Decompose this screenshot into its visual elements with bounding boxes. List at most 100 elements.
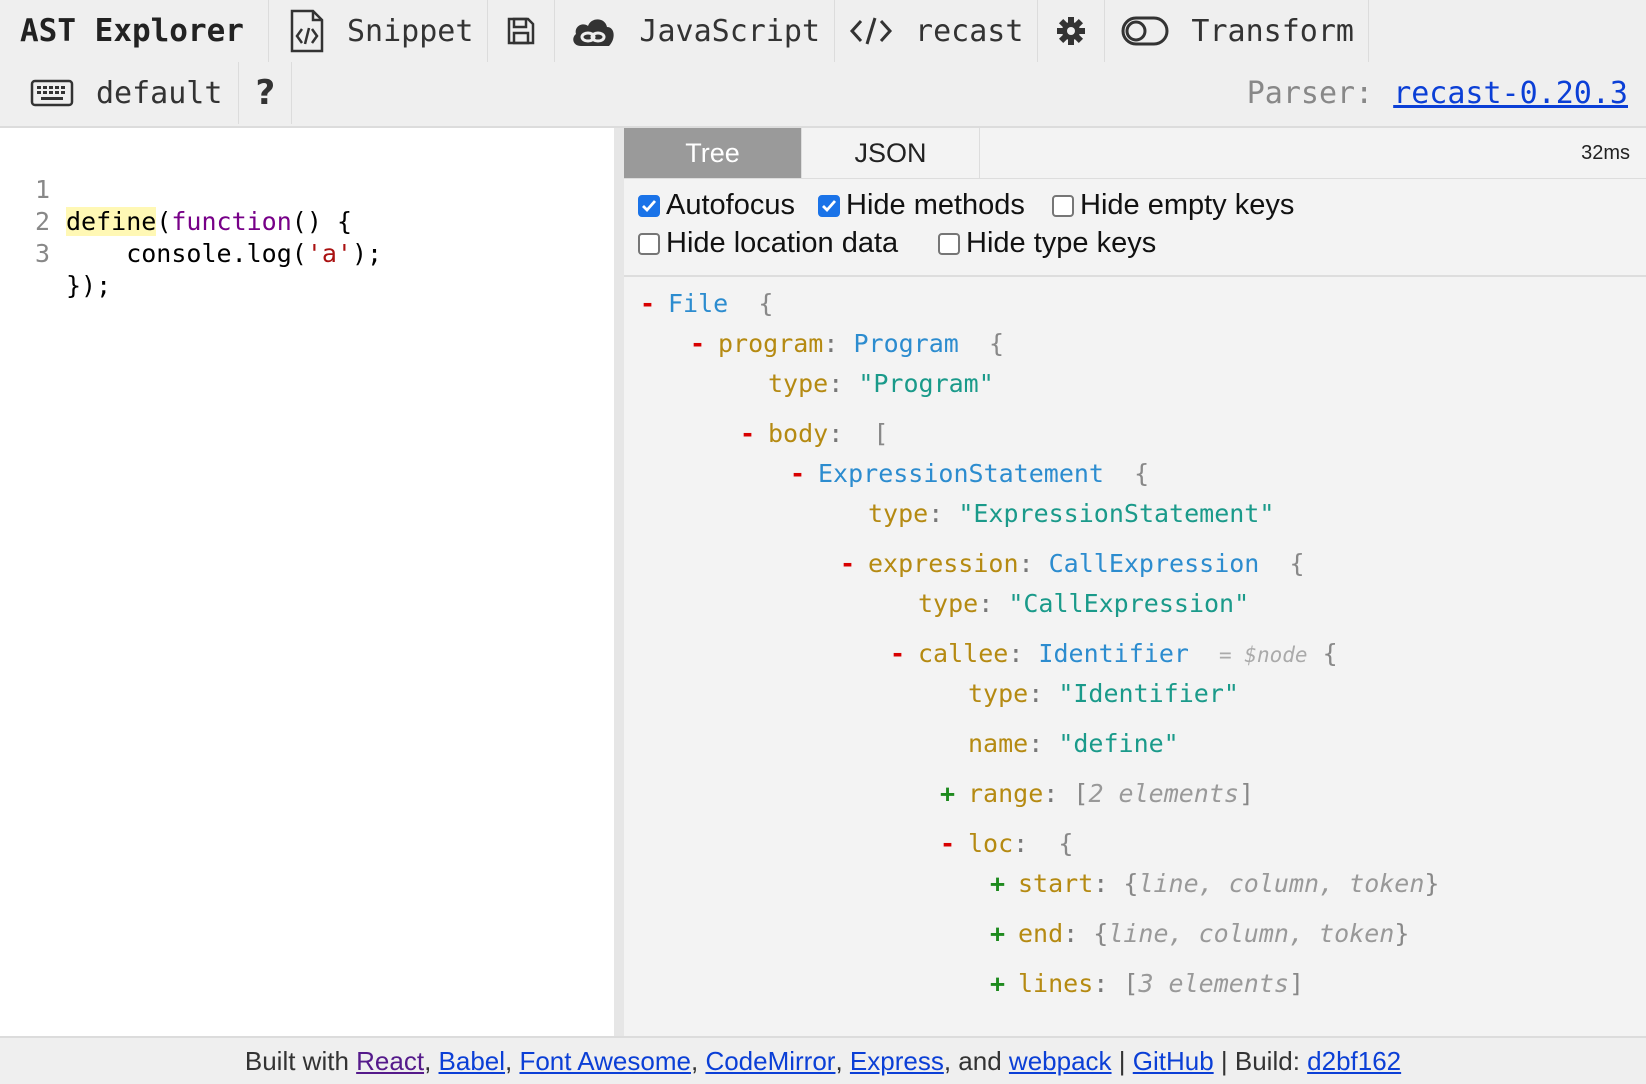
node-key: lines bbox=[1018, 969, 1094, 998]
code-token: () { bbox=[291, 207, 353, 236]
footer-link-express[interactable]: Express bbox=[850, 1046, 944, 1077]
node-type: Program bbox=[853, 329, 959, 358]
gear-icon bbox=[1056, 16, 1086, 46]
output-tabs: Tree JSON 32ms bbox=[624, 128, 1646, 179]
checkbox-unchecked[interactable] bbox=[1052, 194, 1074, 217]
tree-prop-type: type: "ExpressionStatement" bbox=[868, 499, 1275, 528]
snippet-menu[interactable]: Snippet bbox=[269, 0, 489, 62]
parser-menu[interactable]: recast bbox=[835, 0, 1039, 62]
expand-toggle[interactable]: + bbox=[990, 966, 1018, 1002]
node-summary: line, column, token bbox=[1138, 869, 1425, 898]
expand-toggle[interactable]: + bbox=[990, 916, 1018, 952]
node-type: File bbox=[668, 289, 729, 318]
transform-toggle[interactable]: Transform bbox=[1105, 0, 1369, 62]
code-line[interactable]: 3 }); bbox=[0, 206, 111, 300]
toolbar-row-secondary: default ? Parser: recast-0.20.3 bbox=[0, 62, 1646, 124]
tab-json[interactable]: JSON bbox=[802, 128, 980, 178]
expand-toggle[interactable]: + bbox=[940, 776, 968, 812]
node-key: start bbox=[1018, 869, 1094, 898]
code-text: }); bbox=[66, 271, 112, 300]
option-label: Hide methods bbox=[846, 189, 1025, 221]
tree-node-callee[interactable]: - callee: Identifier = $node { bbox=[890, 636, 1338, 672]
tree-node-program[interactable]: - program: Program { bbox=[690, 326, 1004, 362]
node-key: expression bbox=[868, 549, 1019, 578]
footer-link-webpack[interactable]: webpack bbox=[1009, 1046, 1112, 1077]
node-summary: 2 elements bbox=[1088, 779, 1239, 808]
checkbox-checked[interactable] bbox=[818, 194, 840, 217]
tree-node-end[interactable]: + end: {line, column, token} bbox=[990, 916, 1409, 952]
code-file-icon bbox=[289, 9, 325, 53]
node-key: type bbox=[868, 499, 929, 528]
tree-prop-type: type: "Identifier" bbox=[968, 679, 1239, 708]
tree-node-expression-statement[interactable]: - ExpressionStatement { bbox=[790, 456, 1149, 492]
code-token-keyword: function bbox=[171, 207, 292, 236]
collapse-toggle[interactable]: - bbox=[940, 826, 968, 862]
code-token-string: 'a' bbox=[306, 239, 352, 268]
collapse-toggle[interactable]: - bbox=[790, 456, 818, 492]
footer-and: and bbox=[958, 1045, 1002, 1076]
keymap-menu[interactable]: default bbox=[0, 62, 240, 124]
code-icon bbox=[849, 15, 893, 47]
tab-tree[interactable]: Tree bbox=[624, 128, 802, 178]
collapse-toggle[interactable]: - bbox=[690, 326, 718, 362]
node-key: type bbox=[768, 369, 829, 398]
tree-node-file[interactable]: - File { bbox=[640, 286, 773, 322]
tree-node-body[interactable]: - body: [ bbox=[740, 416, 888, 452]
checkbox-unchecked[interactable] bbox=[938, 232, 960, 255]
tree-node-lines[interactable]: + lines: [3 elements] bbox=[990, 966, 1304, 1002]
code-text: console.log('a'); bbox=[66, 238, 382, 270]
save-button[interactable] bbox=[488, 0, 556, 62]
expand-toggle[interactable]: + bbox=[990, 866, 1018, 902]
collapse-toggle[interactable]: - bbox=[640, 286, 668, 322]
transform-label: Transform bbox=[1191, 13, 1354, 49]
option-hide-empty-keys[interactable]: Hide empty keys bbox=[1052, 189, 1294, 222]
help-button[interactable]: ? bbox=[239, 62, 293, 124]
tree-node-start[interactable]: + start: {line, column, token} bbox=[990, 866, 1439, 902]
tree-node-expression[interactable]: - expression: CallExpression { bbox=[840, 546, 1305, 582]
node-key: type bbox=[968, 679, 1029, 708]
tree-prop-name: name: "define" bbox=[968, 729, 1179, 758]
language-menu[interactable]: JavaScript bbox=[555, 0, 836, 62]
footer-build-hash-link[interactable]: d2bf162 bbox=[1307, 1046, 1401, 1077]
checkbox-checked[interactable] bbox=[638, 194, 660, 217]
footer-link-font-awesome[interactable]: Font Awesome bbox=[519, 1046, 691, 1077]
code-line[interactable]: 2 console.log('a'); bbox=[0, 174, 382, 268]
app-title: AST Explorer bbox=[0, 0, 269, 62]
tree-node-loc[interactable]: - loc: { bbox=[940, 826, 1073, 862]
node-key: loc bbox=[968, 829, 1014, 858]
footer-link-github[interactable]: GitHub bbox=[1133, 1046, 1214, 1077]
option-label: Hide type keys bbox=[966, 227, 1157, 259]
node-key: callee bbox=[918, 639, 1009, 668]
footer-link-react[interactable]: React bbox=[356, 1046, 424, 1077]
parser-settings-button[interactable] bbox=[1038, 0, 1106, 62]
option-hide-type-keys[interactable]: Hide type keys bbox=[938, 227, 1156, 260]
node-value: "Program" bbox=[858, 369, 994, 398]
parser-label: recast bbox=[915, 13, 1024, 49]
tree-prop-type: type: "Program" bbox=[768, 369, 994, 398]
collapse-toggle[interactable]: - bbox=[740, 416, 768, 452]
tree-node-range[interactable]: + range: [2 elements] bbox=[940, 776, 1254, 812]
toolbar: AST Explorer Snippet JavaScript recast T… bbox=[0, 0, 1646, 128]
node-key: name bbox=[968, 729, 1029, 758]
question-icon: ? bbox=[255, 73, 276, 113]
collapse-toggle[interactable]: - bbox=[890, 636, 918, 672]
parser-prefix: Parser: bbox=[1246, 75, 1374, 111]
option-hide-methods[interactable]: Hide methods bbox=[818, 189, 1025, 222]
parser-version-link[interactable]: recast-0.20.3 bbox=[1393, 76, 1628, 111]
tree-prop-type: type: "CallExpression" bbox=[918, 589, 1250, 618]
footer-link-babel[interactable]: Babel bbox=[439, 1046, 506, 1077]
code-line[interactable]: 1 define(function() { bbox=[0, 142, 352, 236]
brace: { bbox=[758, 289, 774, 318]
option-autofocus[interactable]: Autofocus bbox=[638, 189, 795, 222]
node-key: type bbox=[918, 589, 979, 618]
code-editor[interactable]: 1 define(function() { 2 console.log('a')… bbox=[0, 128, 624, 1036]
node-type: CallExpression bbox=[1048, 549, 1260, 578]
option-label: Autofocus bbox=[666, 189, 795, 221]
footer-link-codemirror[interactable]: CodeMirror bbox=[705, 1046, 835, 1077]
output-panel: Tree JSON 32ms Autofocus Hide methods Hi… bbox=[624, 128, 1646, 1036]
collapse-toggle[interactable]: - bbox=[840, 546, 868, 582]
code-token: ); bbox=[351, 239, 383, 268]
checkbox-unchecked[interactable] bbox=[638, 232, 660, 255]
option-hide-location-data[interactable]: Hide location data bbox=[638, 227, 898, 260]
language-label: JavaScript bbox=[639, 13, 821, 49]
